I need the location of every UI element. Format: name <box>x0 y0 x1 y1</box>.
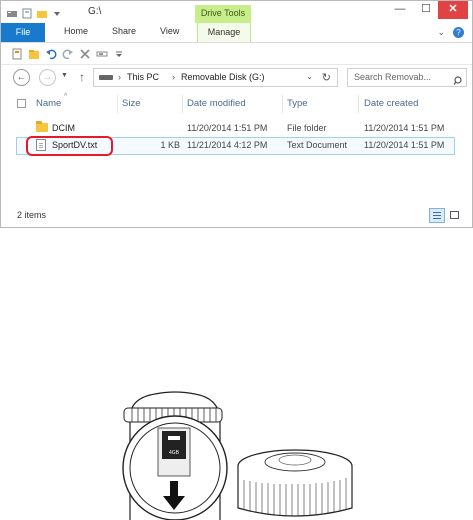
lens-cap <box>237 449 353 517</box>
file-type: File folder <box>287 123 327 133</box>
file-date-created: 11/20/2014 1:51 PM <box>364 123 445 133</box>
sort-indicator-icon: ^ <box>64 93 68 100</box>
large-icons-view-button[interactable] <box>447 208 463 223</box>
camera-microsd-illustration: 4GB <box>122 391 353 520</box>
file-size: 1 KB <box>160 140 180 150</box>
properties-icon[interactable] <box>11 47 23 60</box>
folder-icon <box>36 121 48 132</box>
search-input[interactable]: Search Removab... <box>354 72 431 82</box>
breadcrumb-removable-disk[interactable]: Removable Disk (G:) <box>181 72 265 82</box>
customize-toolbar-icon[interactable] <box>51 6 63 17</box>
quick-access-toolbar <box>1 43 472 65</box>
rename-icon[interactable] <box>96 47 108 59</box>
details-view-button[interactable] <box>429 208 445 223</box>
forward-button[interactable]: → <box>39 69 56 86</box>
app-drive-icon <box>6 6 18 17</box>
select-all-checkbox[interactable] <box>17 99 26 108</box>
quick-title-icons <box>6 6 63 19</box>
address-bar[interactable]: › This PC › Removable Disk (G:) ⌄ ↻ <box>93 68 338 87</box>
file-date-modified: 11/20/2014 1:51 PM <box>187 123 268 133</box>
tab-file[interactable]: File <box>1 23 45 42</box>
drive-tools-header: Drive Tools <box>195 5 251 25</box>
status-bar: 2 items <box>1 205 472 227</box>
expand-ribbon-icon[interactable]: ⌄ <box>437 27 445 38</box>
column-divider[interactable] <box>117 95 118 113</box>
ribbon-tabs: File Home Share View Manage ⌄ ? <box>1 23 472 43</box>
refresh-icon[interactable]: ↻ <box>322 71 331 84</box>
file-date-modified: 11/21/2014 4:12 PM <box>187 140 268 150</box>
new-folder-icon[interactable] <box>28 47 40 59</box>
delete-icon[interactable] <box>79 47 91 59</box>
explorer-window: G:\ Drive Tools — ☐ ✕ File Home Share Vi… <box>0 0 473 228</box>
redo-icon[interactable] <box>62 47 74 60</box>
table-row[interactable]: DCIM 11/20/2014 1:51 PM File folder 11/2… <box>16 120 455 136</box>
microsd-card: 4GB <box>162 431 186 459</box>
column-name[interactable]: Name <box>36 98 61 109</box>
toolbar-icons <box>11 47 125 60</box>
column-size[interactable]: Size <box>122 98 140 109</box>
minimize-button[interactable]: — <box>388 1 412 19</box>
search-icon <box>453 72 462 85</box>
tab-home[interactable]: Home <box>64 26 88 36</box>
file-name: DCIM <box>52 123 75 133</box>
breadcrumb-separator: › <box>118 72 121 82</box>
column-divider[interactable] <box>358 95 359 113</box>
title-bar: G:\ Drive Tools — ☐ ✕ <box>1 1 472 25</box>
tab-manage[interactable]: Manage <box>197 23 251 42</box>
column-divider[interactable] <box>282 95 283 113</box>
column-type[interactable]: Type <box>287 98 308 109</box>
card-capacity-label: 4GB <box>169 450 180 456</box>
tab-share[interactable]: Share <box>112 26 136 36</box>
breadcrumb-this-pc[interactable]: This PC <box>127 72 159 82</box>
file-date-created: 11/20/2014 1:51 PM <box>364 140 445 150</box>
file-type: Text Document <box>287 140 348 150</box>
column-date-created[interactable]: Date created <box>364 98 418 109</box>
customize-toolbar-icon[interactable] <box>113 47 125 59</box>
column-divider[interactable] <box>182 95 183 113</box>
up-button[interactable]: ↑ <box>79 70 85 84</box>
new-folder-icon[interactable] <box>36 6 48 18</box>
back-button[interactable]: ← <box>13 69 30 86</box>
tab-view[interactable]: View <box>160 26 179 36</box>
column-date-modified[interactable]: Date modified <box>187 98 246 109</box>
item-count: 2 items <box>17 210 47 220</box>
help-icon[interactable]: ? <box>453 27 464 38</box>
properties-icon[interactable] <box>21 6 33 19</box>
column-header-row: ^ Name Size Date modified Type Date crea… <box>1 93 472 115</box>
address-row: ← → ▼ ↑ › This PC › Removable Disk (G:) … <box>1 65 472 91</box>
removable-drive-icon <box>99 75 113 80</box>
address-dropdown-icon[interactable]: ⌄ <box>306 72 313 81</box>
breadcrumb-separator: › <box>172 72 175 82</box>
close-button[interactable]: ✕ <box>438 1 468 19</box>
ribbon-right-controls: ⌄ ? <box>437 27 464 38</box>
window-title: G:\ <box>88 6 102 17</box>
undo-icon[interactable] <box>45 47 57 60</box>
callout-highlight-ring <box>26 136 113 156</box>
search-box[interactable]: Search Removab... <box>347 68 467 87</box>
recent-locations-icon[interactable]: ▼ <box>61 72 68 79</box>
maximize-button[interactable]: ☐ <box>414 1 438 19</box>
